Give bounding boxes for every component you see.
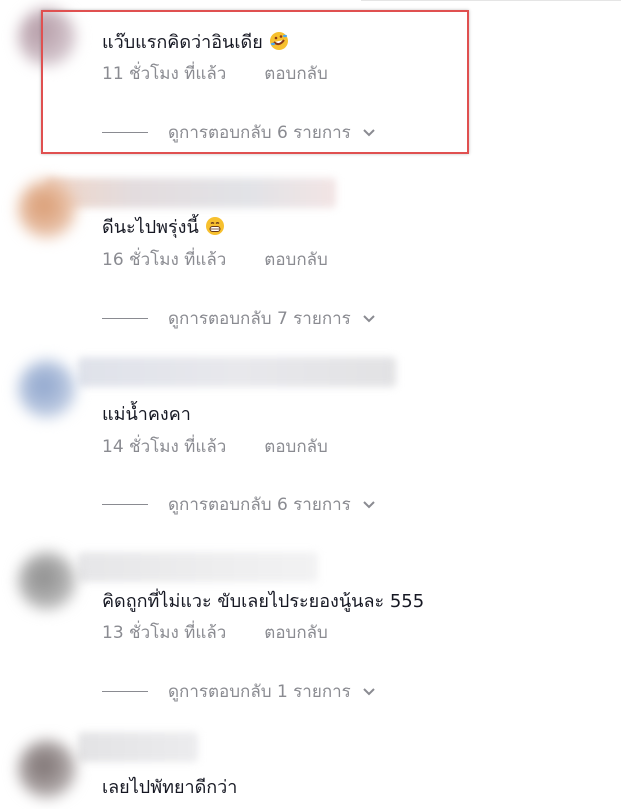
comment-timestamp: 14 ชั่วโมง ที่แล้ว (102, 437, 227, 457)
highlight-box (41, 10, 469, 154)
comment-meta: 14 ชั่วโมง ที่แล้ว ตอบกลับ (102, 435, 328, 459)
avatar[interactable] (18, 180, 76, 238)
divider-line (102, 503, 148, 505)
view-replies-button[interactable]: ดูการตอบกลับ 7 รายการ (102, 306, 377, 330)
comment-text-content: เลยไปพัทยาดีกว่า (102, 777, 238, 798)
comment-text: แม่น้ำคงคา (102, 403, 191, 427)
view-replies-button[interactable]: ดูการตอบกลับ 1 รายการ (102, 679, 377, 703)
reply-button[interactable]: ตอบกลับ (264, 435, 328, 459)
chevron-down-icon (363, 315, 375, 323)
chevron-down-icon (363, 688, 375, 696)
view-replies-label: ดูการตอบกลับ 7 รายการ (168, 308, 351, 329)
grin-emoji-icon (205, 217, 224, 235)
divider-line (102, 317, 148, 319)
comment-timestamp: 16 ชั่วโมง ที่แล้ว (102, 250, 227, 270)
divider-line (102, 690, 148, 692)
view-replies-button[interactable]: ดูการตอบกลับ 6 รายการ (102, 492, 377, 516)
username-blurred (78, 732, 198, 762)
username-blurred (78, 357, 396, 387)
view-replies-label: ดูการตอบกลับ 6 รายการ (168, 494, 351, 515)
view-replies-label: ดูการตอบกลับ 1 รายการ (168, 681, 351, 702)
comment-text-content: แม่น้ำคงคา (102, 404, 191, 425)
comment-text: เลยไปพัทยาดีกว่า (102, 776, 237, 800)
comment-meta: 16 ชั่วโมง ที่แล้ว ตอบกลับ (102, 248, 328, 272)
username-blurred (46, 178, 336, 208)
avatar[interactable] (18, 360, 76, 418)
reply-button[interactable]: ตอบกลับ (264, 248, 328, 272)
comment-text-content: ดีนะไปพรุ่งนี้ (102, 217, 199, 238)
avatar[interactable] (18, 740, 76, 798)
avatar[interactable] (18, 552, 76, 610)
comment-text-content: คิดถูกที่ไม่แวะ ขับเลยไประยองนู้นละ 555 (102, 591, 425, 612)
reply-button[interactable]: ตอบกลับ (264, 621, 328, 645)
comment-timestamp: 13 ชั่วโมง ที่แล้ว (102, 623, 227, 643)
top-divider (361, 0, 621, 1)
chevron-down-icon (363, 501, 375, 509)
username-blurred (78, 552, 318, 582)
comment-text: คิดถูกที่ไม่แวะ ขับเลยไประยองนู้นละ 555 (102, 590, 424, 614)
comment-meta: 13 ชั่วโมง ที่แล้ว ตอบกลับ (102, 621, 328, 645)
comment-text: ดีนะไปพรุ่งนี้ (102, 216, 225, 240)
